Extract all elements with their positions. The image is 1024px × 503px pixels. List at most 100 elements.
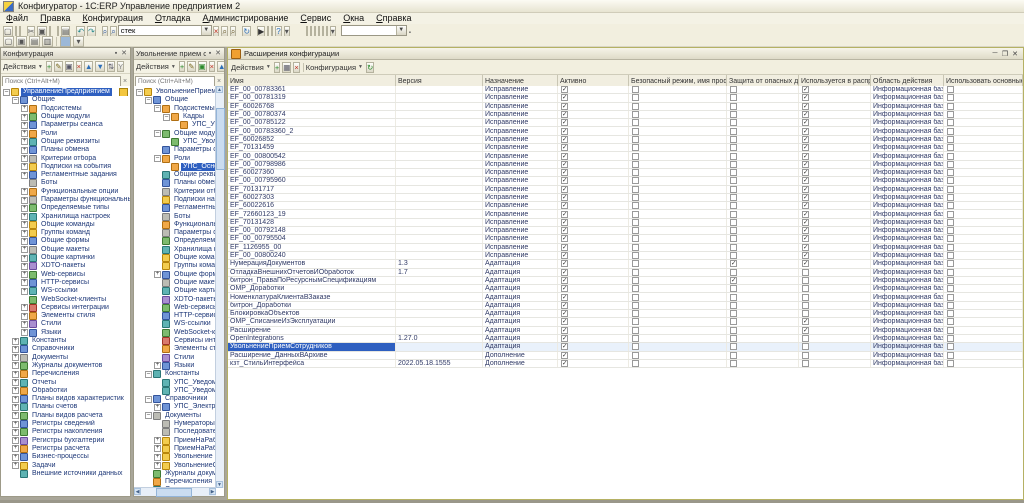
ext-protection-cell[interactable] [727, 351, 799, 359]
ext-protection-cell[interactable] [727, 251, 799, 260]
tree-item[interactable]: – Справочники [134, 395, 216, 404]
active-checked-checkbox[interactable]: ✓ [561, 152, 568, 160]
ext-name-cell[interactable]: ОМР_СписаниеИзЭксплуатации [228, 318, 396, 326]
expand-icon[interactable]: + [21, 213, 28, 221]
ext-protection-cell[interactable] [727, 185, 799, 193]
protection-unchecked-checkbox[interactable] [730, 227, 737, 235]
search-combobox[interactable]: ▼ [117, 24, 212, 36]
ext-base-roles-cell[interactable] [944, 235, 1023, 243]
safe-mode-unchecked-checkbox[interactable] [632, 160, 639, 168]
scrollbar-thumb[interactable] [216, 108, 225, 170]
base-roles-unchecked-checkbox[interactable] [947, 144, 954, 152]
move-up-icon[interactable]: ▲ [217, 61, 224, 72]
expand-icon[interactable]: + [12, 337, 19, 345]
distributed-checked-checkbox[interactable]: ✓ [802, 227, 809, 235]
ext-base-roles-cell[interactable] [944, 218, 1023, 227]
ext-scope-cell[interactable]: Информационная база [871, 334, 944, 343]
base-roles-unchecked-checkbox[interactable] [947, 135, 954, 143]
base-roles-unchecked-checkbox[interactable] [947, 102, 954, 110]
ext-name-cell[interactable]: EF_00_00798986 [228, 160, 396, 168]
expand-icon[interactable]: + [154, 453, 161, 461]
ext-safe-mode-cell[interactable] [629, 318, 727, 326]
ext-distributed-cell[interactable]: ✓ [799, 152, 871, 160]
tree-item[interactable]: – Общие модули [134, 129, 216, 138]
collapse-icon[interactable]: – [3, 88, 10, 96]
pin-icon[interactable]: ▪ [206, 49, 214, 58]
ext-safe-mode-cell[interactable] [629, 326, 727, 334]
ext-protection-cell[interactable] [727, 193, 799, 202]
configuration-menu-button[interactable]: Конфигурация [306, 63, 356, 72]
ext-name-cell[interactable]: УвольнениеПриемСотрудников [228, 343, 396, 351]
ext-name-cell[interactable]: EF_60027360 [228, 168, 396, 177]
base-roles-unchecked-checkbox[interactable] [947, 119, 954, 127]
tree-item[interactable]: + УПС_ЭлектронныеПо... [134, 403, 216, 412]
refresh-extensions-icon[interactable]: ↻ [366, 61, 375, 73]
tree-item[interactable]: + ПриемНаРаботуСписк... [134, 444, 216, 453]
tree-item[interactable]: WS-ссылки [134, 320, 216, 329]
tree-item[interactable]: – УправлениеПредприятием [1, 88, 130, 97]
distributed-checked-checkbox[interactable]: ✓ [802, 144, 809, 152]
tree-item[interactable]: Стили [134, 353, 216, 362]
safe-mode-unchecked-checkbox[interactable] [632, 194, 639, 201]
ext-scope-cell[interactable]: Информационная база [871, 285, 944, 293]
distributed-checked-checkbox[interactable]: ✓ [802, 252, 809, 260]
ext-purpose-cell[interactable]: Исправление [483, 152, 558, 160]
ext-safe-mode-cell[interactable] [629, 251, 727, 260]
ext-distributed-cell[interactable]: ✓ [799, 86, 871, 94]
tree-item[interactable]: Последовательности [134, 428, 216, 437]
ext-active-cell[interactable]: ✓ [558, 110, 629, 119]
safe-mode-unchecked-checkbox[interactable] [632, 111, 639, 119]
tree-item[interactable]: Сервисы интеграции [134, 337, 216, 346]
ext-version-cell[interactable] [396, 135, 483, 144]
ext-scope-cell[interactable]: Информационная база [871, 110, 944, 119]
ext-base-roles-cell[interactable] [944, 268, 1023, 276]
distributed-checked-checkbox[interactable]: ✓ [802, 102, 809, 110]
expand-icon[interactable]: + [12, 387, 19, 395]
ext-safe-mode-cell[interactable] [629, 160, 727, 168]
tree-item[interactable]: Планы обмена [134, 179, 216, 188]
protection-unchecked-checkbox[interactable] [730, 326, 737, 334]
base-roles-unchecked-checkbox[interactable] [947, 359, 954, 367]
ext-scope-cell[interactable]: Информационная база [871, 202, 944, 210]
ext-version-cell[interactable] [396, 285, 483, 293]
ext-scope-cell[interactable]: Информационная база [871, 144, 944, 152]
safe-mode-unchecked-checkbox[interactable] [632, 86, 639, 94]
close-icon[interactable]: ✕ [120, 49, 128, 58]
secondary-combo-input[interactable] [341, 25, 396, 35]
ext-base-roles-cell[interactable] [944, 102, 1023, 110]
distributed-checked-checkbox[interactable]: ✓ [802, 202, 809, 210]
protection-unchecked-checkbox[interactable] [730, 86, 737, 94]
expand-icon[interactable]: + [21, 237, 28, 245]
ext-scope-cell[interactable]: Информационная база [871, 293, 944, 301]
ext-name-cell[interactable]: НоменклатураКлиентаВЗаказе [228, 293, 396, 301]
ext-purpose-cell[interactable]: Исправление [483, 119, 558, 127]
ext-active-cell[interactable]: ✓ [558, 135, 629, 144]
ext-distributed-cell[interactable] [799, 310, 871, 318]
distributed-checked-checkbox[interactable]: ✓ [802, 119, 809, 127]
delete-extension-icon[interactable]: × [293, 61, 300, 73]
tree-item[interactable]: + Роли [1, 129, 130, 138]
ext-active-cell[interactable]: ✓ [558, 202, 629, 210]
actions-menu-button[interactable]: Действия [136, 62, 169, 71]
ext-purpose-cell[interactable]: Исправление [483, 94, 558, 102]
ext-purpose-cell[interactable]: Исправление [483, 110, 558, 119]
tree-item[interactable]: + Регистры сведений [1, 420, 130, 429]
ext-active-cell[interactable]: ✓ [558, 210, 629, 218]
protection-unchecked-checkbox[interactable] [730, 218, 737, 226]
actions-menu-button[interactable]: Действия [3, 62, 36, 71]
tree-item[interactable]: + Подсистемы [1, 104, 130, 113]
ext-safe-mode-cell[interactable] [629, 193, 727, 202]
ext-version-cell[interactable] [396, 301, 483, 310]
tree-item[interactable]: + УвольнениеСписком [134, 461, 216, 470]
ext-active-cell[interactable]: ✓ [558, 318, 629, 326]
protection-unchecked-checkbox[interactable] [730, 144, 737, 152]
active-checked-checkbox[interactable]: ✓ [561, 202, 568, 210]
safe-mode-unchecked-checkbox[interactable] [632, 144, 639, 152]
active-checked-checkbox[interactable]: ✓ [561, 310, 568, 318]
base-roles-unchecked-checkbox[interactable] [947, 127, 954, 135]
expand-icon[interactable]: + [154, 437, 161, 445]
ext-protection-cell[interactable]: ✓ [727, 276, 799, 285]
ext-active-cell[interactable]: ✓ [558, 119, 629, 127]
extension-row[interactable]: EF_1126955_00 Исправление ✓ ✓ Информационная… [228, 243, 1023, 252]
distributed-checked-checkbox[interactable]: ✓ [802, 111, 809, 119]
